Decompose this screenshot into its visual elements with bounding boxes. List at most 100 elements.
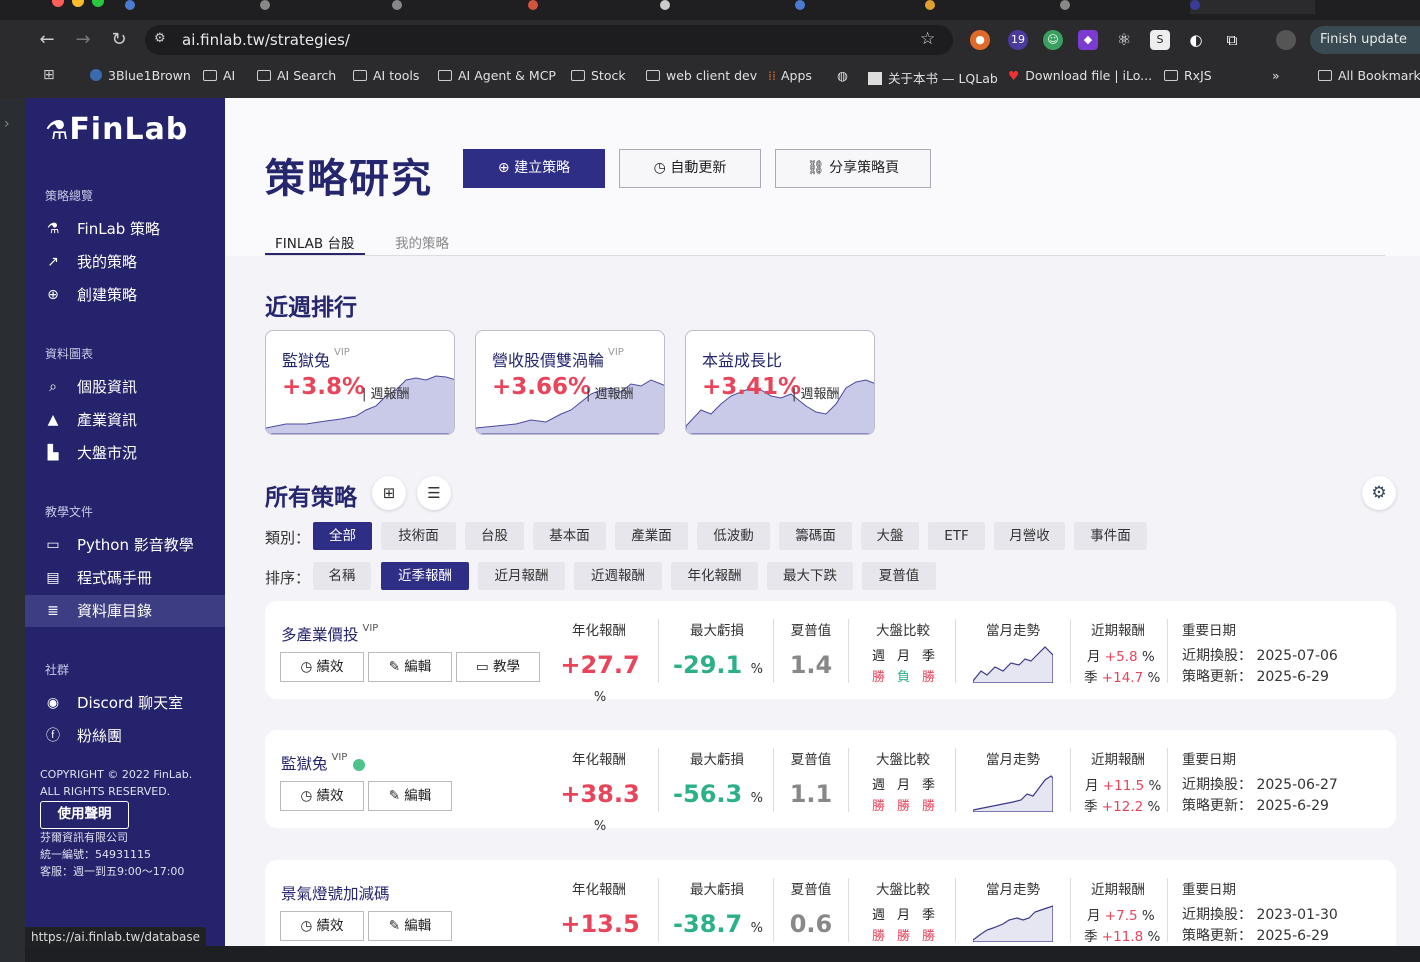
category-chip[interactable]: 籌碼面 bbox=[779, 522, 852, 550]
auto-update-button[interactable]: ◷ 自動更新 bbox=[619, 149, 761, 188]
strategy-name[interactable]: 多產業價投 bbox=[281, 626, 359, 644]
edit-button[interactable]: ✎ 編輯 bbox=[368, 781, 452, 811]
share-page-button[interactable]: ⛓ 分享策略頁 bbox=[775, 149, 931, 188]
bookmark-globe[interactable]: ◍ bbox=[837, 68, 848, 83]
bookmark-folder-ai[interactable]: AI bbox=[203, 68, 235, 83]
category-chip[interactable]: 大盤 bbox=[861, 522, 919, 550]
bookmark-folder-ai-search[interactable]: AI Search bbox=[257, 68, 336, 83]
ranking-card[interactable]: 本益成長比 +3.41% | 週報酬 bbox=[685, 330, 875, 435]
sidebar-item-my-strategies[interactable]: ↗ 我的策略 bbox=[25, 246, 225, 278]
terms-button[interactable]: 使用聲明 bbox=[40, 801, 129, 829]
url-text[interactable]: ai.finlab.tw/strategies/ bbox=[182, 31, 350, 49]
percent-unit: % bbox=[593, 690, 607, 705]
tab-my-strategies[interactable]: 我的策略 bbox=[395, 232, 449, 252]
bookmark-folder-all[interactable]: All Bookmarks bbox=[1318, 68, 1420, 83]
bookmark-folder-stock[interactable]: Stock bbox=[571, 68, 626, 83]
sidebar-item-fan-page[interactable]: ⓕ 粉絲團 bbox=[25, 720, 225, 752]
category-chip[interactable]: 基本面 bbox=[533, 522, 606, 550]
close-window-icon[interactable] bbox=[52, 0, 64, 7]
category-chip[interactable]: ETF bbox=[928, 522, 985, 550]
bookmark-ilovepdf[interactable]: ♥ Download file | iLo... bbox=[1008, 68, 1152, 83]
reload-icon[interactable]: ↻ bbox=[107, 28, 131, 52]
browser-tab[interactable] bbox=[260, 0, 380, 14]
bookmark-folder-ai-tools[interactable]: AI tools bbox=[353, 68, 419, 83]
minimize-window-icon[interactable] bbox=[72, 0, 84, 7]
sidebar-item-stock-info[interactable]: ⌕ 個股資訊 bbox=[25, 371, 225, 403]
back-icon[interactable]: ← bbox=[35, 28, 59, 52]
browser-tab[interactable] bbox=[660, 0, 780, 14]
sidebar-item-create-strategy[interactable]: ⊕ 創建策略 bbox=[25, 279, 225, 311]
bookmark-apps[interactable]: ⁞⁞ Apps bbox=[768, 68, 812, 83]
category-chip[interactable]: 事件面 bbox=[1074, 522, 1147, 550]
strategy-card[interactable]: 多產業價投 VIP ◷ 績效 ✎ 編輯 ▭ 教學 年化報酬 +27.7 % 最大虧… bbox=[265, 601, 1396, 705]
bookmark-folder-rxjs[interactable]: RxJS bbox=[1164, 68, 1212, 83]
react-devtools-icon[interactable]: ⚛ bbox=[1114, 30, 1134, 50]
sidebar-item-python-video[interactable]: ▭ Python 影音教學 bbox=[25, 529, 225, 561]
extension-robot-icon[interactable]: ☺ bbox=[1043, 30, 1063, 50]
extension-badge-icon[interactable]: 19 bbox=[1008, 30, 1028, 50]
edit-button[interactable]: ✎ 編輯 bbox=[368, 911, 452, 941]
sort-chip[interactable]: 名稱 bbox=[313, 562, 371, 590]
more-bookmarks-icon[interactable]: » bbox=[1272, 68, 1280, 83]
edit-icon: ✎ bbox=[388, 659, 405, 675]
performance-button[interactable]: ◷ 績效 bbox=[280, 652, 364, 682]
sort-chip[interactable]: 近月報酬 bbox=[478, 562, 565, 590]
browser-tab[interactable] bbox=[795, 0, 915, 14]
profile-avatar[interactable] bbox=[1276, 30, 1296, 50]
site-settings-icon[interactable]: ⚙ bbox=[154, 31, 166, 46]
sort-chip[interactable]: 夏普值 bbox=[862, 562, 936, 590]
strategy-name[interactable]: 景氣燈號加減碼 bbox=[281, 885, 390, 903]
category-chip-all[interactable]: 全部 bbox=[313, 522, 372, 550]
maximize-window-icon[interactable] bbox=[92, 0, 104, 7]
strategy-card[interactable]: 監獄兔 VIP ◷ 績效 ✎ 編輯 年化報酬 +38.3 % 最大虧損 -56.3… bbox=[265, 730, 1396, 834]
list-view-icon[interactable]: ☰ bbox=[417, 476, 451, 510]
category-chip[interactable]: 技術面 bbox=[381, 522, 456, 550]
extensions-puzzle-icon[interactable]: ⧉ bbox=[1222, 30, 1242, 50]
apps-grid-icon[interactable]: ⊞ bbox=[43, 67, 55, 83]
browser-tab[interactable] bbox=[925, 0, 1045, 14]
browser-tab[interactable] bbox=[528, 0, 648, 14]
extension-s-icon[interactable]: S bbox=[1150, 30, 1170, 50]
sort-chip[interactable]: 最大下跌 bbox=[767, 562, 853, 590]
sidebar-item-code-manual[interactable]: ▤ 程式碼手冊 bbox=[25, 562, 225, 594]
sidebar-item-database[interactable]: ≣ 資料庫目錄 bbox=[25, 595, 225, 627]
finish-update-button[interactable]: Finish update bbox=[1310, 26, 1420, 54]
browser-tab-active[interactable] bbox=[1190, 0, 1315, 14]
sidebar-item-discord[interactable]: ◉ Discord 聊天室 bbox=[25, 687, 225, 719]
bookmark-3blue1brown[interactable]: 3Blue1Brown bbox=[90, 68, 191, 83]
browser-tab[interactable] bbox=[125, 0, 245, 14]
extension-chat-icon[interactable]: ◐ bbox=[1186, 30, 1206, 50]
grid-view-icon[interactable]: ⊞ bbox=[372, 476, 406, 510]
ranking-card[interactable]: 監獄兔 VIP +3.8% | 週報酬 bbox=[265, 330, 455, 435]
category-chip[interactable]: 台股 bbox=[465, 522, 524, 550]
tab-finlab-tw[interactable]: FINLAB 台股 bbox=[275, 232, 354, 252]
settings-gear-icon[interactable]: ⚙ bbox=[1362, 476, 1396, 510]
sidebar-item-industry-info[interactable]: ▲ 產業資訊 bbox=[25, 404, 225, 436]
performance-button[interactable]: ◷ 績效 bbox=[280, 911, 364, 941]
strategy-name[interactable]: 監獄兔 bbox=[281, 755, 328, 773]
sidebar-item-market[interactable]: ▙ 大盤市況 bbox=[25, 437, 225, 469]
bookmark-folder-web-client-dev[interactable]: web client dev bbox=[646, 68, 757, 83]
sidebar-item-finlab-strategies[interactable]: ⚗ FinLab 策略 bbox=[25, 213, 225, 245]
tutorial-button[interactable]: ▭ 教學 bbox=[456, 652, 540, 682]
bookmark-folder-ai-agent[interactable]: AI Agent & MCP bbox=[438, 68, 556, 83]
bookmark-lqlab[interactable]: 关于本书 — LQLab bbox=[868, 68, 998, 87]
extension-shield-icon[interactable]: ◆ bbox=[1078, 30, 1098, 50]
forward-icon[interactable]: → bbox=[71, 28, 95, 52]
category-chip[interactable]: 產業面 bbox=[615, 522, 688, 550]
ranking-card[interactable]: 營收股價雙渦輪 VIP +3.66% | 週報酬 bbox=[475, 330, 665, 435]
category-chip[interactable]: 低波動 bbox=[697, 522, 770, 550]
sort-chip-quarter-return[interactable]: 近季報酬 bbox=[381, 562, 469, 590]
bookmark-star-icon[interactable]: ☆ bbox=[920, 29, 935, 49]
performance-button[interactable]: ◷ 績效 bbox=[280, 781, 364, 811]
category-chip[interactable]: 月營收 bbox=[994, 522, 1065, 550]
finlab-logo[interactable]: ⚗FinLab bbox=[45, 112, 188, 147]
browser-tab[interactable] bbox=[392, 0, 512, 14]
edit-button[interactable]: ✎ 編輯 bbox=[368, 652, 452, 682]
create-strategy-button[interactable]: ⊕ 建立策略 bbox=[463, 149, 605, 188]
browser-tab[interactable] bbox=[1060, 0, 1180, 14]
strategy-card[interactable]: 景氣燈號加減碼 ◷ 績效 ✎ 編輯 年化報酬 +13.5 % 最大虧損 -38.… bbox=[265, 860, 1396, 946]
sort-chip[interactable]: 近週報酬 bbox=[574, 562, 662, 590]
extension-icon[interactable]: ● bbox=[970, 30, 990, 50]
sort-chip[interactable]: 年化報酬 bbox=[671, 562, 758, 590]
